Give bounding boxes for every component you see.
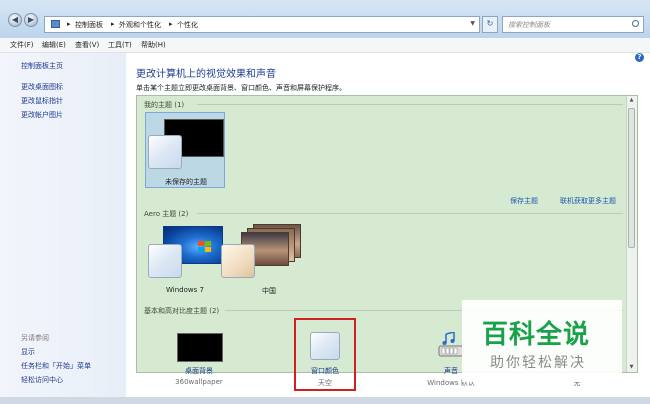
menu-help[interactable]: 帮助(H)	[141, 40, 166, 50]
menu-tools[interactable]: 工具(T)	[108, 40, 132, 50]
scroll-down-icon[interactable]: ▼	[628, 364, 635, 371]
breadcrumb-separator: ▸	[67, 20, 71, 28]
breadcrumb-control-panel[interactable]: 控制面板	[75, 20, 103, 30]
basic-themes-heading: 基本和高对比度主题 (2)	[144, 307, 220, 315]
watermark-subtitle: 助你轻松解决	[490, 355, 586, 371]
control-panel-icon	[51, 20, 60, 28]
watermark: 百科全说 助你轻松解决	[462, 300, 622, 382]
page-title: 更改计算机上的视觉效果和声音	[136, 69, 276, 80]
breadcrumb-separator: ▸	[169, 20, 173, 28]
left-navigation-pane: 控制面板主页 更改桌面图标 更改鼠标指针 更改帐户图片 另请参阅 显示 任务栏和…	[0, 53, 126, 397]
theme-name: Windows 7	[166, 286, 204, 294]
menu-file[interactable]: 文件(F)	[10, 40, 34, 50]
back-button[interactable]: ◀	[8, 13, 22, 27]
ease-of-access-link[interactable]: 轻松访问中心	[21, 375, 63, 385]
change-mouse-pointers-link[interactable]: 更改鼠标指针	[21, 96, 63, 106]
theme-china[interactable]: 中国	[221, 222, 303, 298]
change-account-picture-link[interactable]: 更改帐户图片	[21, 110, 63, 120]
search-placeholder: 搜索控制面板	[508, 21, 550, 29]
desktop-background-value: 360wallpaper	[175, 378, 223, 386]
theme-name: 中国	[262, 287, 276, 295]
address-bar[interactable]: ▸ 控制面板 ▸ 外观和个性化 ▸ 个性化 ▼	[44, 16, 480, 33]
taskbar-start-menu-link[interactable]: 任务栏和「开始」菜单	[21, 361, 91, 371]
theme-color-swatch	[221, 244, 255, 278]
breadcrumb-separator: ▸	[111, 20, 115, 28]
desktop-background-label: 桌面背景	[185, 367, 213, 375]
theme-color-swatch	[148, 135, 182, 169]
address-dropdown-icon[interactable]: ▼	[470, 20, 475, 27]
my-themes-heading: 我的主题 (1)	[144, 101, 185, 109]
theme-unsaved[interactable]: 未保存的主题	[145, 112, 225, 188]
forward-button[interactable]: ▶	[24, 13, 38, 27]
menu-view[interactable]: 查看(V)	[75, 40, 99, 50]
menu-bar: 文件(F) 编辑(E) 查看(V) 工具(T) 帮助(H)	[0, 38, 650, 53]
theme-list-scrollbar[interactable]: ▲ ▼	[626, 96, 637, 372]
page-subtitle: 单击某个主题立即更改桌面背景、窗口颜色、声音和屏幕保护程序。	[136, 84, 346, 92]
breadcrumb-personalization[interactable]: 个性化	[177, 20, 198, 30]
divider	[197, 104, 623, 105]
help-icon[interactable]: ?	[635, 53, 644, 62]
window-bottom-border	[0, 397, 650, 404]
theme-name: 未保存的主题	[165, 178, 207, 186]
desktop-background-option[interactable]: 桌面背景 360wallpaper	[154, 330, 244, 392]
breadcrumb-appearance[interactable]: 外观和个性化	[119, 20, 161, 30]
theme-color-swatch	[148, 244, 182, 278]
get-more-themes-link[interactable]: 联机获取更多主题	[560, 196, 616, 206]
search-icon[interactable]	[632, 20, 639, 27]
refresh-button[interactable]: ↻	[482, 16, 498, 33]
change-desktop-icons-link[interactable]: 更改桌面图标	[21, 82, 63, 92]
scroll-up-icon[interactable]: ▲	[628, 97, 635, 104]
desktop-background-thumbnail	[177, 333, 223, 362]
scrollbar-thumb[interactable]	[628, 108, 635, 248]
watermark-title: 百科全说	[482, 320, 591, 350]
save-theme-link[interactable]: 保存主题	[510, 196, 538, 206]
display-link[interactable]: 显示	[21, 347, 35, 357]
see-also-heading: 另请参阅	[21, 334, 49, 342]
menu-edit[interactable]: 编辑(E)	[42, 40, 66, 50]
theme-windows7[interactable]: Windows 7	[145, 222, 225, 298]
windows-logo-icon	[198, 241, 211, 252]
divider	[197, 213, 623, 214]
control-panel-home-link[interactable]: 控制面板主页	[21, 61, 63, 71]
window-titlebar: ◀ ▶ ▸ 控制面板 ▸ 外观和个性化 ▸ 个性化 ▼ ↻ 搜索控制面板	[0, 0, 650, 38]
highlight-box	[294, 318, 356, 391]
aero-themes-heading: Aero 主题 (2)	[144, 210, 189, 218]
search-input[interactable]: 搜索控制面板	[502, 16, 644, 33]
